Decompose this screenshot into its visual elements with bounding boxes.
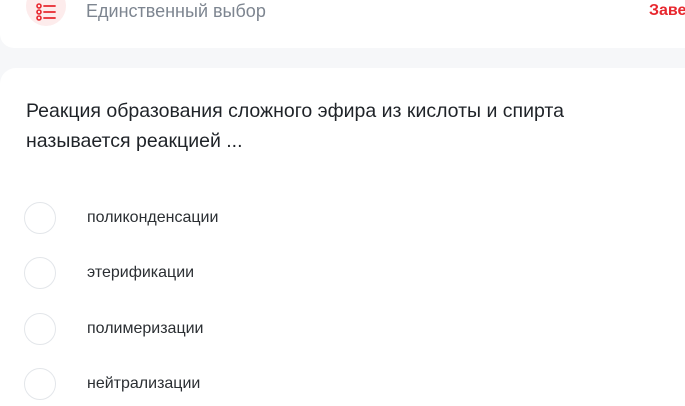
radio-button[interactable]: [24, 313, 56, 345]
question-type-badge: [26, 0, 66, 26]
answer-option-label: нейтрализации: [87, 375, 201, 392]
answer-option-label: поликонденсации: [87, 209, 219, 226]
answer-option-label: этерификации: [87, 264, 195, 281]
question-text: Реакция образования сложного эфира из ки…: [26, 100, 564, 152]
question-header: Единственный выбор Завершить: [0, 0, 685, 48]
radio-button[interactable]: [24, 202, 56, 234]
question-type-label: Единственный выбор: [86, 1, 266, 21]
answer-option[interactable]: нейтрализации: [24, 367, 664, 401]
answer-option[interactable]: поликонденсации: [24, 201, 664, 235]
answer-option[interactable]: этерификации: [24, 256, 664, 290]
finish-button[interactable]: Завершить: [649, 0, 685, 22]
radio-button[interactable]: [24, 368, 56, 400]
question-card: Реакция образования сложного эфира из ки…: [0, 68, 685, 406]
answer-option-label: полимеризации: [87, 320, 204, 337]
answer-option[interactable]: полимеризации: [24, 312, 664, 346]
list-bullets-icon: [36, 3, 56, 21]
radio-button[interactable]: [24, 257, 56, 289]
